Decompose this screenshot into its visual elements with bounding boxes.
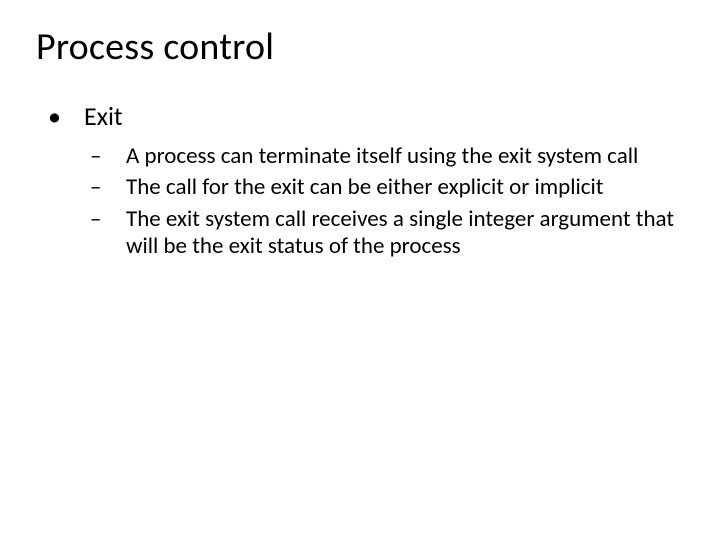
list-subitem: –The call for the exit can be either exp… (108, 174, 684, 202)
dash-icon: – (108, 174, 126, 202)
dash-icon: – (108, 206, 126, 234)
dash-icon: – (108, 143, 126, 171)
list-subitem-label: The call for the exit can be either expl… (126, 173, 604, 201)
list-subitem: –A process can terminate itself using th… (108, 143, 684, 171)
list-subitem-label: The exit system call receives a single i… (126, 205, 674, 261)
list-subitem-label: A process can terminate itself using the… (126, 142, 638, 170)
slide-title: Process control (36, 24, 684, 70)
list-item-label: Exit (84, 100, 123, 132)
list-subitem: –The exit system call receives a single … (108, 206, 684, 261)
list-item: •Exit (66, 100, 684, 133)
bullet-icon: • (66, 100, 84, 133)
slide: Process control •Exit –A process can ter… (0, 0, 720, 540)
